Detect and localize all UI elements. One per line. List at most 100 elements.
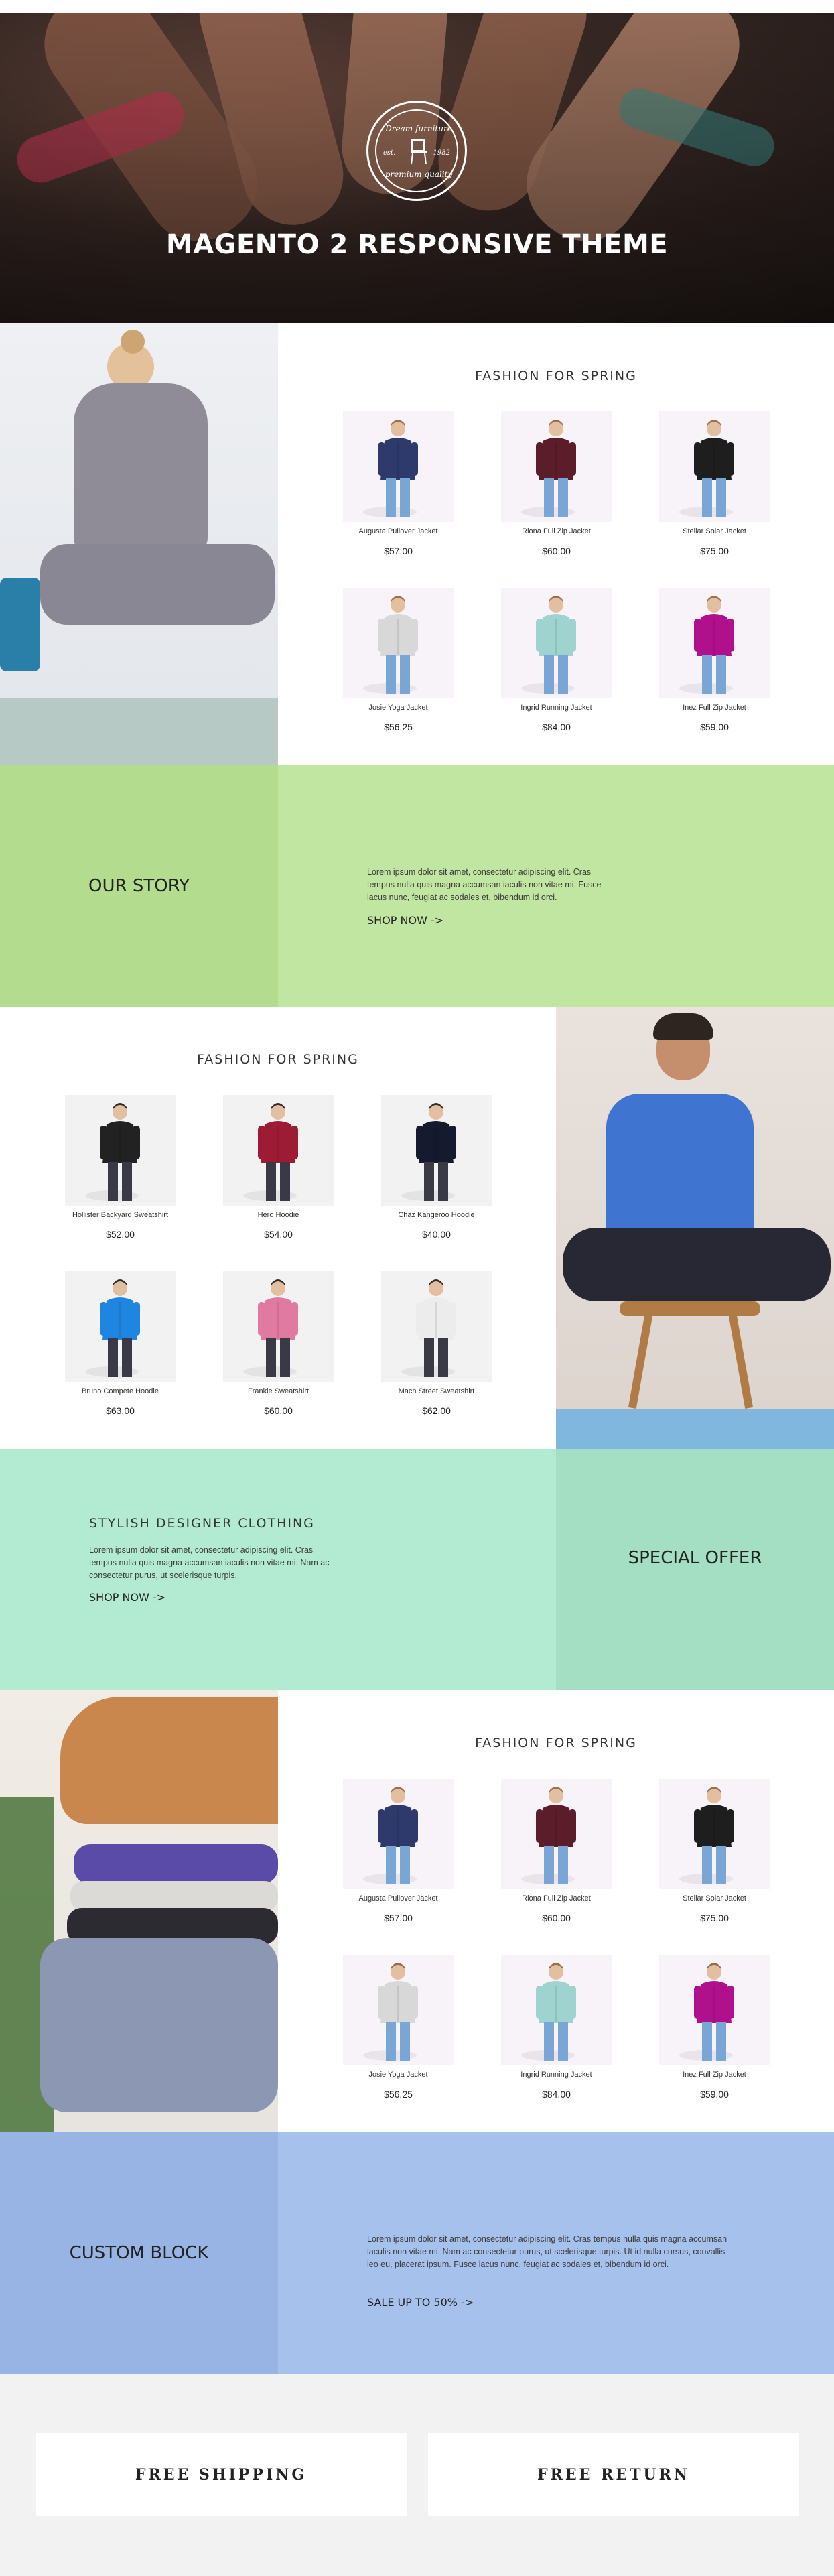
story-band: OUR STORY Lorem ipsum dolor sit amet, co… [0,765,834,1007]
floor-shape [556,1409,834,1449]
product-image[interactable] [343,588,454,698]
offer-text: Lorem ipsum dolor sit amet, consectetur … [89,1545,330,1580]
woman-legs [40,544,275,625]
product-image[interactable] [659,1779,770,1889]
product-card[interactable]: Ingrid Running Jacket $84.00 [501,588,612,732]
story-text-panel: Lorem ipsum dolor sit amet, consectetur … [278,765,834,1007]
page: Dream furniture est. 1982 premium qualit… [0,0,834,2576]
model-figure [363,1787,418,1884]
product-name[interactable]: Frankie Sweatshirt [223,1387,334,1395]
product-image[interactable] [381,1271,492,1382]
model-figure [521,420,576,517]
model-figure [363,596,418,694]
sweaters-photo [0,1690,278,2132]
product-image[interactable] [343,1955,454,2065]
product-name[interactable]: Riona Full Zip Jacket [501,527,612,535]
hero-banner[interactable]: Dream furniture est. 1982 premium qualit… [0,13,834,323]
product-name[interactable]: Hollister Backyard Sweatshirt [65,1211,176,1219]
product-image[interactable] [223,1271,334,1382]
offer-band: STYLISH DESIGNER CLOTHING Lorem ipsum do… [0,1449,834,1690]
product-name[interactable]: Inez Full Zip Jacket [659,2071,770,2079]
logo-top-text: Dream furniture [385,124,452,133]
product-image[interactable] [659,411,770,522]
product-name[interactable]: Augusta Pullover Jacket [343,527,454,535]
product-card[interactable]: Chaz Kangeroo Hoodie $40.00 [381,1095,492,1240]
stool-seat [620,1301,760,1316]
product-name[interactable]: Mach Street Sweatshirt [381,1387,492,1395]
free-return-label: FREE RETURN [537,2466,691,2484]
custom-title-panel: CUSTOM BLOCK [0,2132,278,2374]
product-card[interactable]: Mach Street Sweatshirt $62.00 [381,1271,492,1416]
product-card[interactable]: Riona Full Zip Jacket $60.00 [501,1779,612,1923]
hero-title: MAGENTO 2 RESPONSIVE THEME [165,229,669,260]
product-name[interactable]: Augusta Pullover Jacket [343,1894,454,1903]
brand-logo[interactable]: Dream furniture est. 1982 premium qualit… [366,101,467,201]
product-name[interactable]: Inez Full Zip Jacket [659,704,770,712]
chair-back [60,1697,278,1824]
product-name[interactable]: Ingrid Running Jacket [501,704,612,712]
product-card[interactable]: Inez Full Zip Jacket $59.00 [659,588,770,732]
product-card[interactable]: Ingrid Running Jacket $84.00 [501,1955,612,2100]
man-photo [556,1007,834,1449]
product-image[interactable] [343,1779,454,1889]
man-legs [563,1228,831,1301]
logo-est-text: est. [383,149,396,157]
product-price: $84.00 [542,722,571,732]
product-image[interactable] [659,1955,770,2065]
product-grid: Augusta Pullover Jacket $57.00 Riona Full … [343,1779,772,2114]
product-card[interactable]: Stellar Solar Jacket $75.00 [659,411,770,556]
product-name[interactable]: Stellar Solar Jacket [659,1894,770,1903]
products-panel-1: FASHION FOR SPRING Augusta Pullover Jack… [278,323,834,765]
custom-title: CUSTOM BLOCK [69,2243,209,2263]
sale-link[interactable]: SALE UP TO 50% -> [367,2296,474,2309]
product-grid: Hollister Backyard Sweatshirt $52.00 Hero … [65,1095,494,1430]
product-image[interactable] [381,1095,492,1206]
product-name[interactable]: Josie Yoga Jacket [343,704,454,712]
model-figure [85,1279,140,1377]
product-card[interactable]: Josie Yoga Jacket $56.25 [343,588,454,732]
product-card[interactable]: Augusta Pullover Jacket $57.00 [343,411,454,556]
product-price: $57.00 [384,545,413,556]
product-image[interactable] [223,1095,334,1206]
product-card[interactable]: Riona Full Zip Jacket $60.00 [501,411,612,556]
product-image[interactable] [501,1955,612,2065]
product-name[interactable]: Chaz Kangeroo Hoodie [381,1211,492,1219]
product-price: $60.00 [542,545,571,556]
product-card[interactable]: Inez Full Zip Jacket $59.00 [659,1955,770,2100]
product-card[interactable]: Stellar Solar Jacket $75.00 [659,1779,770,1923]
product-card[interactable]: Hollister Backyard Sweatshirt $52.00 [65,1095,176,1240]
product-card[interactable]: Augusta Pullover Jacket $57.00 [343,1779,454,1923]
offer-title: SPECIAL OFFER [628,1548,762,1568]
model-figure [679,1787,734,1884]
product-image[interactable] [343,411,454,522]
product-image[interactable] [65,1271,176,1382]
story-shop-now-link[interactable]: SHOP NOW -> [367,914,443,927]
product-name[interactable]: Stellar Solar Jacket [659,527,770,535]
product-image[interactable] [659,588,770,698]
product-image[interactable] [501,411,612,522]
product-image[interactable] [501,1779,612,1889]
free-shipping-label: FREE SHIPPING [135,2466,307,2484]
product-card[interactable]: Hero Hoodie $54.00 [223,1095,334,1240]
product-image[interactable] [65,1095,176,1206]
product-card[interactable]: Bruno Compete Hoodie $63.00 [65,1271,176,1416]
product-price: $62.00 [422,1405,451,1416]
product-grid: Augusta Pullover Jacket $57.00 Riona Full … [343,411,772,747]
offer-text-panel: STYLISH DESIGNER CLOTHING Lorem ipsum do… [0,1449,556,1690]
model-figure [363,1963,418,2061]
product-price: $63.00 [106,1405,135,1416]
offer-shop-now-link[interactable]: SHOP NOW -> [89,1591,165,1604]
product-name[interactable]: Riona Full Zip Jacket [501,1894,612,1903]
free-return-box[interactable]: FREE RETURN [428,2433,799,2516]
pillow-shape [40,1938,278,2112]
product-name[interactable]: Bruno Compete Hoodie [65,1387,176,1395]
product-card[interactable]: Frankie Sweatshirt $60.00 [223,1271,334,1416]
product-card[interactable]: Josie Yoga Jacket $56.25 [343,1955,454,2100]
product-image[interactable] [501,588,612,698]
product-name[interactable]: Hero Hoodie [223,1211,334,1219]
free-shipping-box[interactable]: FREE SHIPPING [36,2433,407,2516]
model-figure [363,420,418,517]
product-name[interactable]: Josie Yoga Jacket [343,2071,454,2079]
product-price: $54.00 [264,1229,293,1240]
product-name[interactable]: Ingrid Running Jacket [501,2071,612,2079]
